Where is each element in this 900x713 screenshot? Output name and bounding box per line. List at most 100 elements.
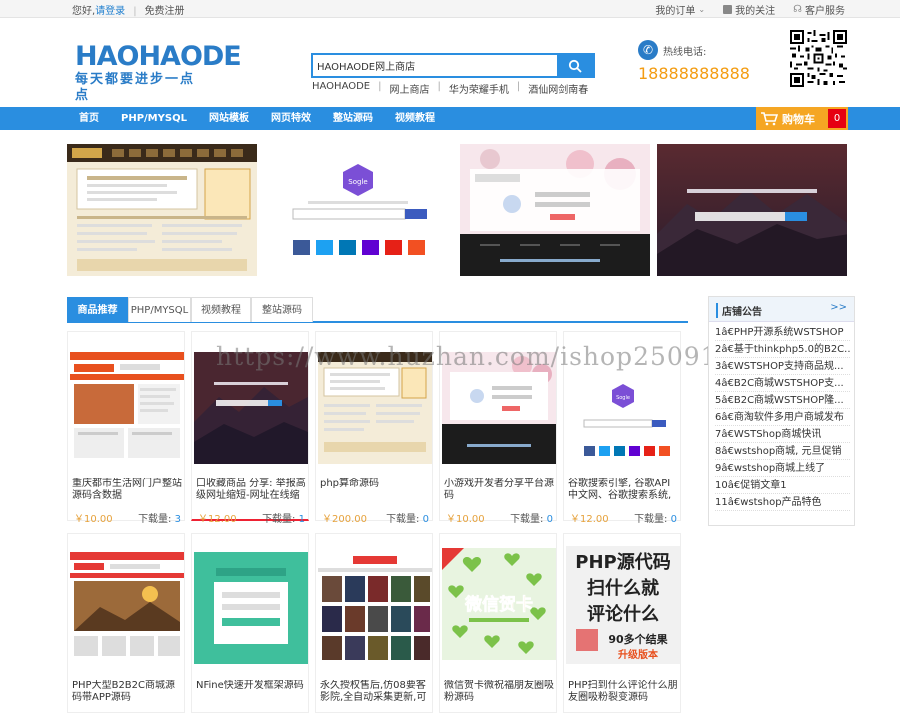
thumb-upgrade-text: 升级版本: [618, 648, 659, 661]
product-card[interactable]: 重庆都市生活网门户整站源码含数据 ￥10.00 下载量: 3: [67, 331, 185, 525]
search-input[interactable]: [317, 57, 553, 74]
product-thumbnail: [70, 552, 184, 664]
product-downloads: 下载量: 0: [386, 510, 429, 525]
notice-more-link[interactable]: >>: [830, 302, 847, 313]
banner-strip: Sogle: [67, 144, 849, 276]
product-price: ￥10.00: [74, 514, 113, 525]
product-name[interactable]: 微信贺卡微祝福朋友圈吸粉源码: [444, 680, 556, 704]
headset-icon: ☊: [793, 4, 802, 15]
product-name[interactable]: 口收藏商品 分享: 举报高级网址缩短-网址在线缩: [196, 478, 308, 502]
product-name[interactable]: 小游戏开发者分享平台源码: [444, 478, 556, 502]
banner-image[interactable]: [657, 144, 847, 276]
hot-word[interactable]: 网上商店: [390, 81, 430, 96]
register-link[interactable]: 免费注册: [145, 6, 185, 17]
product-thumbnail: [318, 552, 432, 664]
product-price: ￥12.00: [198, 514, 237, 525]
nav-item-video[interactable]: 视频教程: [384, 107, 446, 130]
product-price: ￥200.00: [322, 514, 367, 525]
nav-item-php-mysql[interactable]: PHP/MYSQL: [110, 107, 198, 130]
product-name[interactable]: PHP大型B2B2C商城源码带APP源码: [72, 680, 184, 704]
downloads-label: 下载量:: [138, 514, 172, 525]
product-card[interactable]: PHP大型B2B2C商城源码带APP源码: [67, 533, 185, 713]
watermark-text: https://www.huzhan.com/ishop25091: [216, 342, 718, 371]
product-thumbnail: 微信贺卡: [442, 548, 556, 660]
wechat-card-title: 微信贺卡: [464, 594, 533, 615]
thumb-title-line: 扫什么就: [587, 577, 659, 599]
notice-item[interactable]: 2â€基于thinkphp5.0的B2C...: [715, 341, 850, 358]
hotline-label: 热线电话:: [663, 47, 707, 58]
notice-item[interactable]: 9â€wstshop商城上线了: [715, 460, 850, 477]
search-icon: [568, 59, 582, 73]
banner-image[interactable]: [460, 144, 650, 276]
tab-video[interactable]: 视频教程: [191, 297, 251, 322]
product-card[interactable]: 微信贺卡 微信贺卡微祝福朋友圈吸粉源码: [439, 533, 557, 713]
product-price: ￥10.00: [446, 514, 485, 525]
hot-word[interactable]: HAOHAODE: [312, 81, 370, 96]
store-notice-panel: 店铺公告 >> 1â€PHP开源系统WSTSHOP 2â€基于thinkphp5…: [708, 296, 855, 526]
nav-item-effects[interactable]: 网页特效: [260, 107, 322, 130]
login-link[interactable]: 请登录: [95, 6, 125, 17]
product-name[interactable]: 重庆都市生活网门户整站源码含数据: [72, 478, 184, 502]
follow-icon: [723, 5, 733, 14]
thumb-title-line: PHP源代码: [575, 551, 670, 573]
notice-item[interactable]: 8â€wstshop商城, 元旦促销: [715, 443, 850, 460]
downloads-count: 0: [422, 514, 429, 525]
product-name[interactable]: 谷歌搜索引擎, 谷歌API中文网、谷歌搜索系统,: [568, 478, 680, 502]
product-card[interactable]: NFine快速开发框架源码: [191, 533, 309, 713]
product-name[interactable]: PHP扫到什么评论什么朋友圈吸粉裂变源码: [568, 680, 680, 704]
my-orders-menu[interactable]: 我的订单 ⌄: [655, 2, 705, 17]
cart-button[interactable]: 购物车 0: [756, 107, 848, 130]
product-name[interactable]: NFine快速开发框架源码: [196, 680, 308, 704]
site-logo[interactable]: HAOHAODE 每天都要进步一点点: [75, 42, 242, 104]
hotline-number: 18888888888: [638, 64, 750, 83]
product-name[interactable]: php算命源码: [320, 478, 432, 502]
product-tabs: 商品推荐 PHP/MYSQL 视频教程 整站源码: [67, 297, 688, 323]
downloads-count: 1: [298, 514, 305, 525]
hot-word[interactable]: 酒仙网剑南春: [528, 81, 588, 96]
downloads-count: 3: [174, 514, 181, 525]
notice-item[interactable]: 10â€促销文章1: [715, 477, 850, 494]
nav-item-full-source[interactable]: 整站源码: [322, 107, 384, 130]
downloads-label: 下载量:: [386, 514, 420, 525]
cart-label: 购物车: [782, 112, 815, 126]
tab-full-source[interactable]: 整站源码: [251, 297, 313, 322]
logo-slogan: 每天都要进步一点点: [75, 72, 196, 103]
cart-count-badge: 0: [828, 109, 846, 128]
notice-item[interactable]: 5â€B2C商城WSTSHOP隆...: [715, 392, 850, 409]
customer-service-link[interactable]: ☊ 客户服务: [793, 2, 845, 17]
my-follows-link[interactable]: 我的关注: [723, 2, 775, 17]
product-name[interactable]: 永久授权售后,仿08要客影院,全自动采集更新,可: [320, 680, 432, 704]
product-downloads: 下载量: 0: [634, 510, 677, 525]
banner-image[interactable]: [67, 144, 257, 276]
tab-recommended[interactable]: 商品推荐: [67, 297, 128, 322]
nav-item-templates[interactable]: 网站模板: [198, 107, 260, 130]
thumb-result-text: 90多个结果: [608, 632, 667, 646]
product-card[interactable]: PHP源代码 扫什么就 评论什么 90多个结果 升级版本 PHP扫到什么评论什么…: [563, 533, 681, 713]
product-card[interactable]: 永久授权售后,仿08要客影院,全自动采集更新,可: [315, 533, 433, 713]
notice-item[interactable]: 11â€wstshop产品特色: [715, 494, 850, 511]
downloads-count: 0: [546, 514, 553, 525]
chevron-down-icon: ⌄: [698, 5, 706, 14]
sogle-logo-text: Sogle: [616, 395, 630, 401]
banner-image[interactable]: Sogle: [263, 144, 453, 276]
nav-item-home[interactable]: 首页: [68, 107, 110, 130]
qr-code-image: [790, 30, 847, 87]
notice-item[interactable]: 6â€商淘软件多用户商城发布: [715, 409, 850, 426]
product-downloads: 下载量: 3: [138, 510, 181, 525]
notice-title: 店铺公告: [716, 303, 762, 318]
product-thumbnail: PHP源代码 扫什么就 评论什么 90多个结果 升级版本: [566, 546, 680, 664]
downloads-label: 下载量:: [262, 514, 296, 525]
search-button[interactable]: [557, 55, 593, 76]
product-downloads: 下载量: 0: [510, 510, 553, 525]
hot-search-words: HAOHAODE | 网上商店 | 华为荣耀手机 | 酒仙网剑南春: [312, 81, 589, 96]
notice-item[interactable]: 7â€WSTShop商城快讯: [715, 426, 850, 443]
tab-php-mysql[interactable]: PHP/MYSQL: [128, 297, 191, 322]
notice-item[interactable]: 1â€PHP开源系统WSTSHOP: [715, 324, 850, 341]
hot-word[interactable]: 华为荣耀手机: [449, 81, 509, 96]
customer-service-label: 客户服务: [805, 6, 845, 17]
my-follows-label: 我的关注: [735, 6, 776, 17]
notice-item[interactable]: 4â€B2C商城WSTSHOP支...: [715, 375, 850, 392]
thumb-title-line: 评论什么: [587, 603, 659, 625]
notice-item[interactable]: 3â€WSTSHOP支持商品规...: [715, 358, 850, 375]
my-orders-label: 我的订单: [655, 6, 696, 17]
